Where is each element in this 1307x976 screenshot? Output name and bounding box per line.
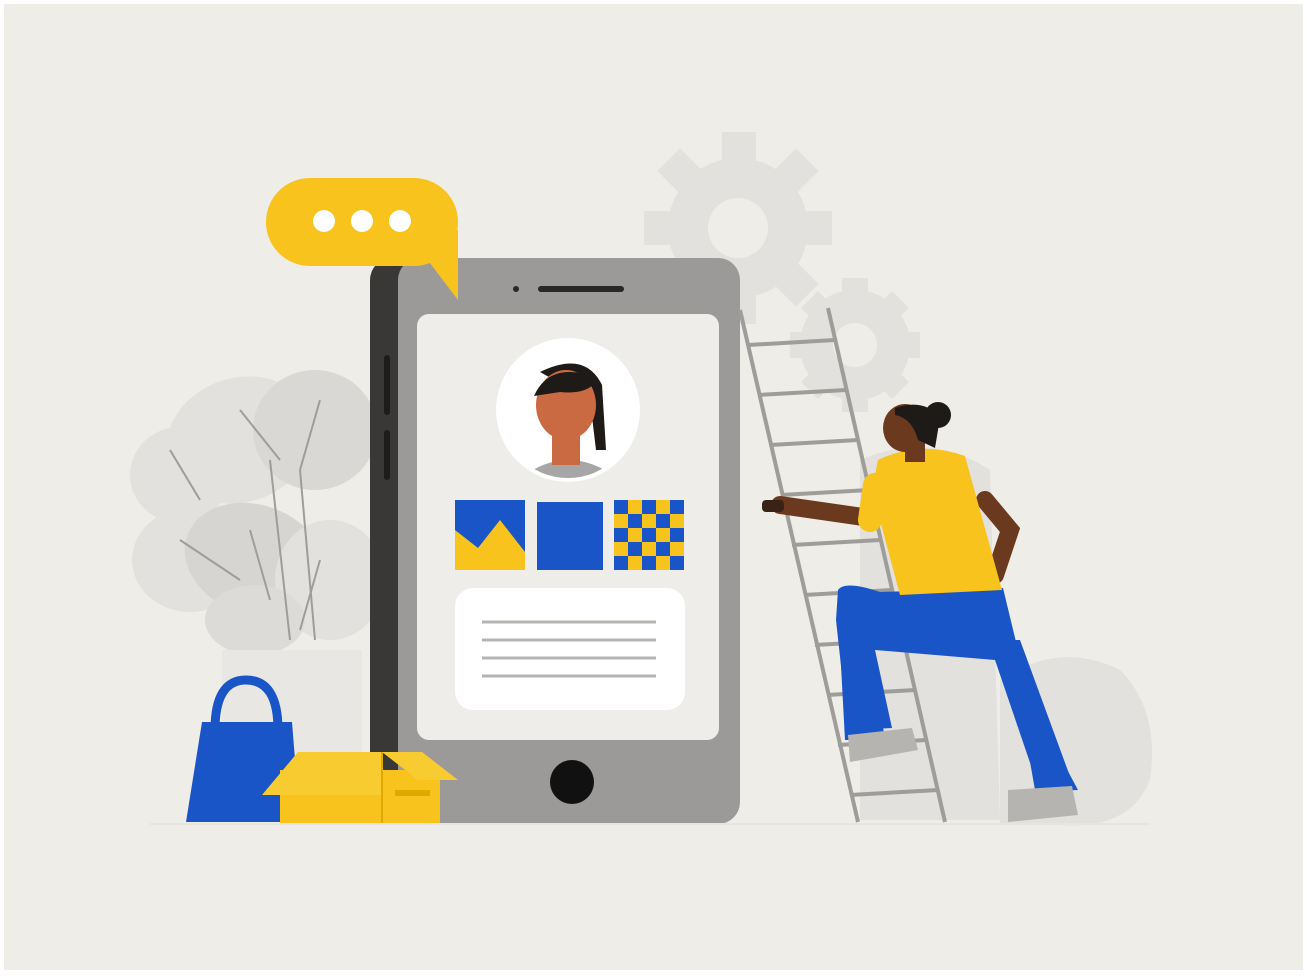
home-button	[550, 760, 594, 804]
ground-line	[150, 823, 1150, 825]
box-icon	[262, 752, 458, 825]
illustration-svg	[4, 4, 1303, 970]
image-thumbnail-icon	[455, 500, 525, 570]
image-thumbnail-icon	[614, 500, 684, 570]
image-thumbnail-icon	[537, 502, 603, 570]
illustration-canvas	[0, 0, 1307, 976]
text-card	[455, 588, 685, 710]
